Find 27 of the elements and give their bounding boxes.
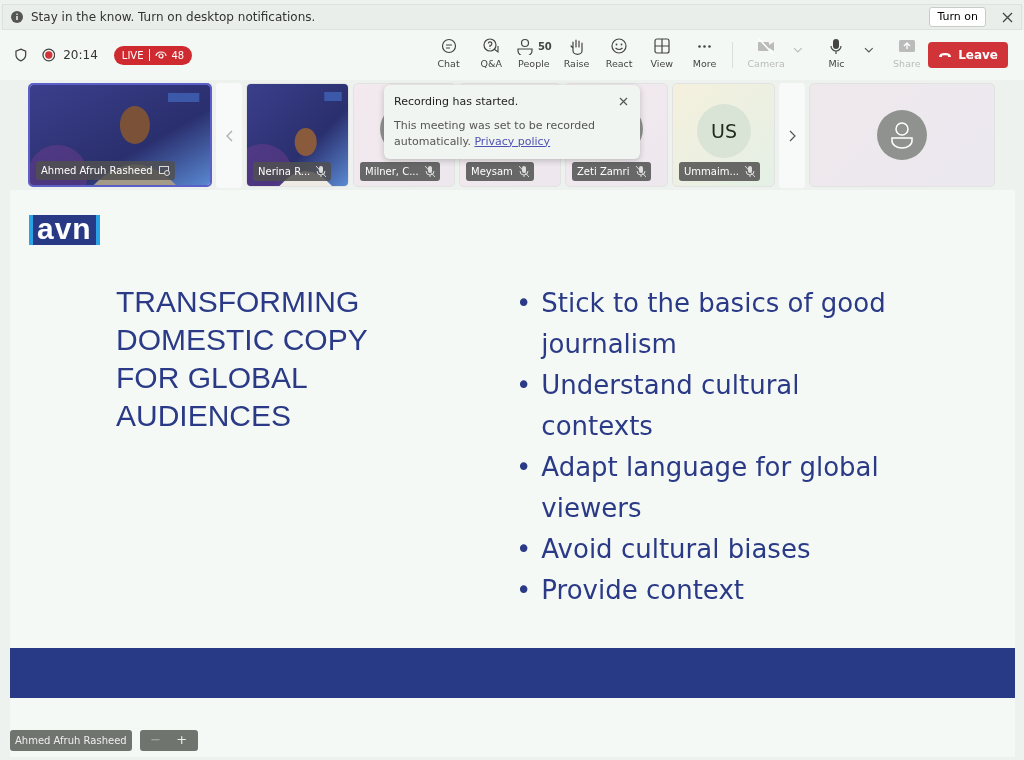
participant-name: Zeti Zamri: [577, 165, 630, 179]
participant-count: 50: [537, 40, 552, 55]
slide-title: TRANSFORMING DOMESTIC COPY FOR GLOBAL AUDIENCES: [116, 284, 369, 434]
live-label: LIVE: [121, 48, 144, 63]
presenter-label: Ahmed Afruh Rasheed: [10, 730, 132, 751]
participant-name: Nerina R...: [258, 165, 311, 179]
notification-text: Stay in the know. Turn on desktop notifications.: [31, 9, 316, 26]
avatar-initials: US: [697, 104, 751, 158]
bullet-marker: •: [516, 287, 532, 320]
bullet-text: Adapt language for global viewers: [541, 451, 880, 525]
participant-name: Ahmed Afruh Rasheed: [41, 164, 153, 178]
bullet-text: Avoid cultural biases: [541, 533, 811, 566]
bullet-text: Provide context: [541, 574, 744, 607]
slide-logo: avn: [29, 215, 100, 245]
participant-name: Milner, C...: [365, 165, 419, 179]
bullet-marker: •: [516, 533, 532, 566]
bullet-text: Understand cultural contexts: [541, 369, 801, 443]
participant-name: Meysam: [471, 165, 513, 179]
toast-title: Recording has started.: [394, 94, 520, 110]
viewer-count: 48: [171, 48, 185, 63]
bullet-marker: •: [516, 369, 532, 402]
bullet-marker: •: [516, 451, 532, 484]
bullet-marker: •: [516, 574, 532, 607]
bullet-text: Stick to the basics of good journalism: [541, 287, 887, 361]
toast-message: This meeting was set to be recorded automatically. Privacy policy: [394, 117, 596, 150]
meeting-timer: 20:14: [63, 47, 98, 64]
participant-name: Ummaim...: [684, 165, 739, 179]
